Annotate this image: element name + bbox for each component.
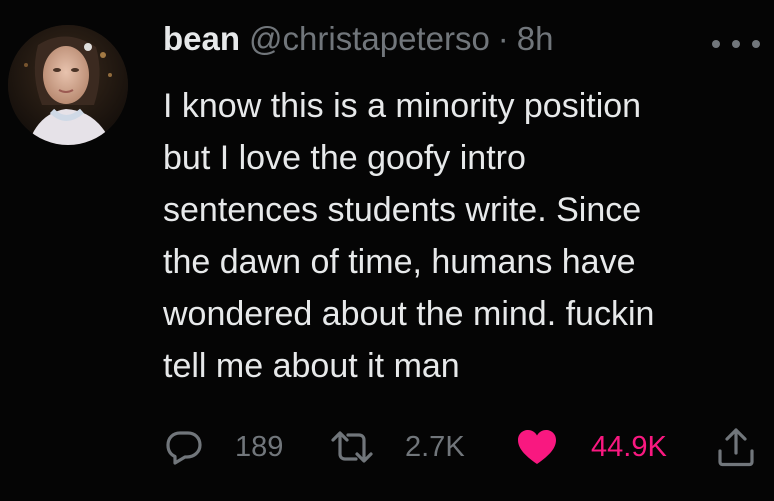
- avatar[interactable]: [8, 25, 128, 145]
- like-count: 44.9K: [591, 430, 667, 463]
- tweet-timestamp[interactable]: 8h: [517, 20, 554, 58]
- tweet-header: bean @christapeterso · 8h: [163, 20, 554, 64]
- heart-icon: [518, 430, 556, 464]
- reply-count: 189: [235, 430, 284, 463]
- reply-icon: [166, 431, 202, 465]
- action-bar: 189 2.7K 44.9K: [163, 422, 763, 472]
- retweet-button[interactable]: 2.7K: [329, 422, 465, 472]
- header-separator: ·: [497, 20, 509, 57]
- retweet-count: 2.7K: [405, 430, 465, 463]
- profile-photo-icon: [8, 25, 128, 145]
- tweet[interactable]: bean @christapeterso · 8h I know this is…: [0, 0, 774, 501]
- reply-button[interactable]: 189: [163, 422, 283, 472]
- more-options-button[interactable]: [712, 36, 760, 52]
- retweet-icon: [331, 431, 373, 463]
- more-icon: [712, 40, 720, 48]
- display-name[interactable]: bean: [163, 20, 240, 58]
- user-handle[interactable]: @christapeterso: [249, 20, 490, 58]
- share-button[interactable]: [715, 422, 757, 472]
- tweet-text: I know this is a minority position but I…: [163, 87, 655, 385]
- share-icon: [718, 428, 754, 467]
- like-button[interactable]: 44.9K: [515, 422, 667, 472]
